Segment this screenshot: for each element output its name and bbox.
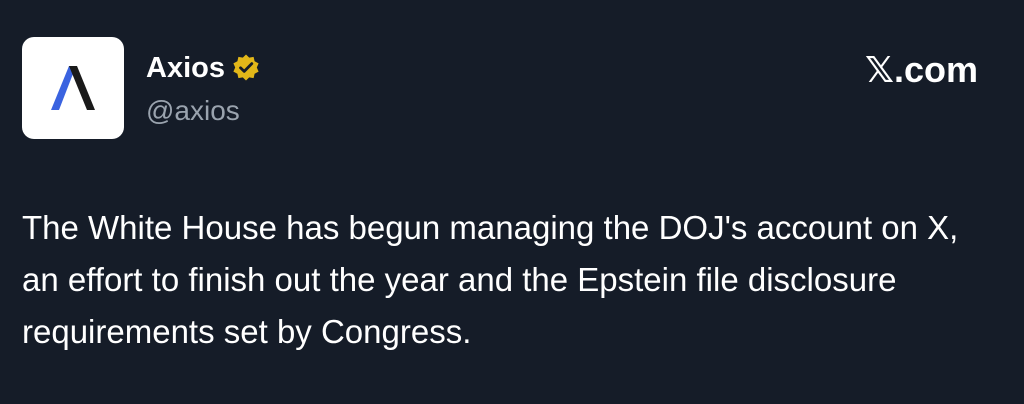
verified-badge-icon	[231, 53, 261, 83]
source-label: 𝕏.com	[864, 49, 978, 90]
post-text: The White House has begun managing the D…	[22, 209, 959, 350]
author-name-row: Axios	[146, 50, 261, 86]
author-avatar[interactable]	[22, 37, 124, 139]
post-card: Axios @axios 𝕏.com The White House has b…	[0, 0, 1024, 404]
author-handle[interactable]: @axios	[146, 94, 240, 128]
axios-logo-icon	[51, 66, 95, 110]
author-display-name[interactable]: Axios	[146, 50, 225, 86]
